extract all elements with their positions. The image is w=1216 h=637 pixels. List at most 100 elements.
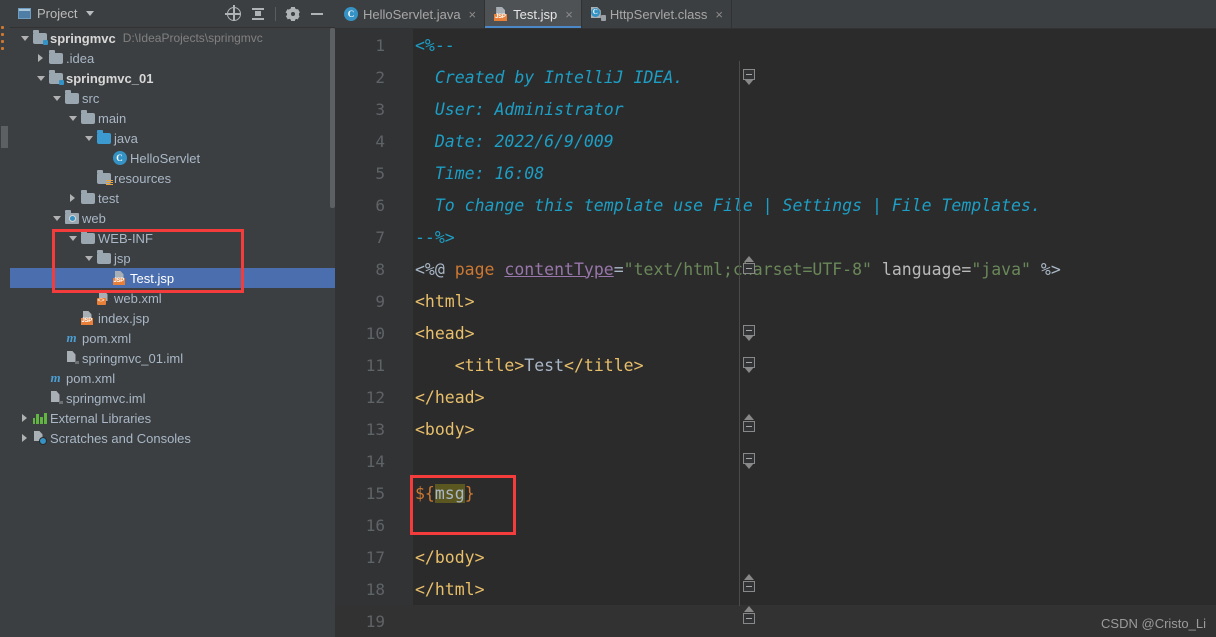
fold-marker-head[interactable] [743, 355, 756, 373]
minimize-icon[interactable] [305, 2, 329, 26]
code-line[interactable]: 13 <body> [335, 413, 1216, 445]
tree-twisty[interactable] [50, 95, 63, 101]
tree-row[interactable]: Scratches and Consoles [10, 428, 335, 448]
tree-row[interactable]: springmvc_01.iml [10, 348, 335, 368]
tree-twisty[interactable] [66, 115, 79, 121]
fold-marker-html[interactable] [743, 323, 756, 341]
tree-twisty[interactable] [18, 414, 31, 422]
code-text[interactable]: <body> [415, 420, 475, 439]
strip-handle[interactable] [1, 126, 8, 148]
code-text[interactable]: <html> [415, 292, 475, 311]
tree-twisty[interactable] [50, 215, 63, 221]
chevron-right-icon[interactable] [38, 54, 43, 62]
chevron-down-icon[interactable] [36, 75, 45, 81]
code-text[interactable]: Created by IntelliJ IDEA. [415, 68, 683, 87]
tree-row[interactable]: springmvc.iml [10, 388, 335, 408]
chevron-down-icon[interactable] [84, 135, 93, 141]
code-text[interactable]: <head> [415, 324, 475, 343]
tree-row[interactable]: JSP Test.jsp [10, 268, 335, 288]
code-line[interactable]: 14 [335, 445, 1216, 477]
tree-row[interactable]: .idea [10, 48, 335, 68]
gear-icon[interactable] [281, 2, 305, 26]
tree-row[interactable]: External Libraries [10, 408, 335, 428]
tree-row[interactable]: main [10, 108, 335, 128]
chevron-down-icon[interactable] [86, 11, 95, 16]
close-icon[interactable]: × [469, 8, 477, 21]
tree-row[interactable]: java [10, 128, 335, 148]
chevron-down-icon[interactable] [84, 255, 93, 261]
tree-row[interactable]: resources [10, 168, 335, 188]
code-text[interactable]: --%> [415, 228, 455, 247]
code-line[interactable]: 8 <%@ page contentType="text/html;charset… [335, 253, 1216, 285]
tree-row[interactable]: jsp [10, 248, 335, 268]
code-line[interactable]: 19 [335, 605, 1216, 637]
chevron-down-icon[interactable] [68, 235, 77, 241]
fold-marker-body[interactable] [743, 451, 756, 469]
code-line[interactable]: 9 <html> [335, 285, 1216, 317]
code-text[interactable]: Date: 2022/6/9/009 [415, 132, 614, 151]
chevron-right-icon[interactable] [22, 434, 27, 442]
tree-row[interactable]: JSP index.jsp [10, 308, 335, 328]
chevron-down-icon[interactable] [68, 115, 77, 121]
code-line[interactable]: 6 To change this template use File | Set… [335, 189, 1216, 221]
tree-row[interactable]: <> web.xml [10, 288, 335, 308]
code-text[interactable]: To change this template use File | Setti… [415, 196, 1041, 215]
tree-twisty[interactable] [66, 194, 79, 202]
code-text[interactable]: ${msg} [415, 483, 475, 503]
close-icon[interactable]: × [565, 8, 573, 21]
code-lines[interactable]: 1 <%-- 2 Created by IntelliJ IDEA. 3 User: … [335, 29, 1216, 637]
code-line[interactable]: 15 ${msg} [335, 477, 1216, 509]
close-icon[interactable]: × [715, 8, 723, 21]
editor-tab[interactable]: JSP Test.jsp × [485, 0, 582, 28]
code-line[interactable]: 11 <title>Test</title> [335, 349, 1216, 381]
project-tree[interactable]: springmvc D:\IdeaProjects\springmvc .idea s… [10, 28, 335, 637]
locate-icon[interactable] [222, 2, 246, 26]
tree-twisty[interactable] [18, 35, 31, 41]
editor-tab-bar[interactable]: C HelloServlet.java × JSP Test.jsp × C HttpServ… [335, 0, 1216, 29]
code-line[interactable]: 3 User: Administrator [335, 93, 1216, 125]
chevron-down-icon[interactable] [20, 35, 29, 41]
tree-row[interactable]: m pom.xml [10, 328, 335, 348]
code-text[interactable]: <%-- [415, 36, 455, 55]
code-line[interactable]: 18 </html> [335, 573, 1216, 605]
editor-tab[interactable]: C HttpServlet.class × [582, 0, 732, 28]
tree-row[interactable]: m pom.xml [10, 368, 335, 388]
chevron-down-icon[interactable] [52, 95, 61, 101]
code-line[interactable]: 12 </head> [335, 381, 1216, 413]
tree-row[interactable]: web [10, 208, 335, 228]
tree-row[interactable]: src [10, 88, 335, 108]
tree-twisty[interactable] [34, 54, 47, 62]
fold-marker-start-comment[interactable] [743, 67, 756, 85]
chevron-right-icon[interactable] [22, 414, 27, 422]
code-line[interactable]: 17 </body> [335, 541, 1216, 573]
tree-twisty[interactable] [34, 75, 47, 81]
code-line[interactable]: 7 --%> [335, 221, 1216, 253]
tree-twisty[interactable] [82, 255, 95, 261]
code-text[interactable]: </head> [415, 388, 485, 407]
code-text[interactable]: Time: 16:08 [415, 164, 544, 183]
tree-row[interactable]: C HelloServlet [10, 148, 335, 168]
code-line[interactable]: 4 Date: 2022/6/9/009 [335, 125, 1216, 157]
fold-marker-end-head[interactable] [743, 414, 756, 432]
editor-tab[interactable]: C HelloServlet.java × [335, 0, 486, 28]
chevron-down-icon[interactable] [52, 215, 61, 221]
code-line[interactable]: 5 Time: 16:08 [335, 157, 1216, 189]
tree-twisty[interactable] [66, 235, 79, 241]
collapse-all-icon[interactable] [246, 2, 270, 26]
fold-marker-end-html[interactable] [743, 606, 756, 624]
code-text[interactable]: </html> [415, 580, 485, 599]
code-text[interactable]: User: Administrator [415, 100, 624, 119]
tree-row[interactable]: springmvc D:\IdeaProjects\springmvc [10, 28, 335, 48]
code-text[interactable]: <%@ page contentType="text/html;charset=… [415, 260, 1061, 279]
tree-twisty[interactable] [18, 434, 31, 442]
chevron-right-icon[interactable] [70, 194, 75, 202]
code-line[interactable]: 10 <head> [335, 317, 1216, 349]
fold-marker-end-body[interactable] [743, 574, 756, 592]
project-selector[interactable]: Project [18, 6, 95, 21]
tree-twisty[interactable] [82, 135, 95, 141]
fold-marker-end-comment[interactable] [743, 256, 756, 274]
tree-row[interactable]: test [10, 188, 335, 208]
code-line[interactable]: 2 Created by IntelliJ IDEA. [335, 61, 1216, 93]
tree-row[interactable]: WEB-INF [10, 228, 335, 248]
code-line[interactable]: 16 [335, 509, 1216, 541]
